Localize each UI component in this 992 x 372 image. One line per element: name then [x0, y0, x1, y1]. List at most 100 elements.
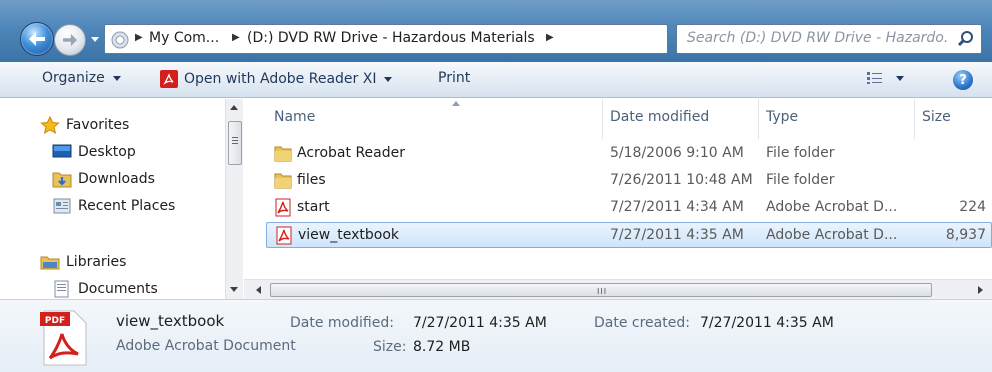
organize-button[interactable]: Organize — [42, 70, 121, 86]
details-view-icon — [867, 72, 882, 84]
file-name: view_textbook — [298, 227, 399, 243]
sort-ascending-icon — [452, 101, 460, 106]
forward-button[interactable] — [54, 24, 86, 56]
scroll-left-arrow-icon[interactable] — [256, 286, 261, 294]
chevron-down-icon — [384, 76, 393, 82]
scroll-up-arrow-icon[interactable] — [230, 105, 238, 110]
address-box[interactable]: ▶ My Com... ▶ (D:) DVD RW Drive - Hazard… — [104, 24, 762, 54]
column-header-name[interactable]: Name — [266, 99, 602, 137]
file-size: 8,937 — [945, 227, 986, 243]
address-bar-area: ▶ My Com... ▶ (D:) DVD RW Drive - Hazard… — [0, 0, 992, 62]
help-button[interactable]: ? — [953, 70, 973, 90]
file-type: Adobe Acrobat D... — [766, 227, 898, 243]
file-size: 224 — [959, 199, 986, 215]
details-pane: PDF view_textbook Adobe Acrobat Document… — [0, 299, 992, 372]
pdf-badge: PDF — [45, 316, 65, 326]
navigation-pane: Favorites Desktop Downloads Recent Place… — [0, 99, 244, 299]
date-modified-value: 7/27/2011 4:35 AM — [413, 315, 547, 331]
breadcrumb-separator-icon[interactable]: ▶ — [546, 32, 554, 43]
change-view-button[interactable] — [866, 71, 904, 85]
column-header-date-label: Date modified — [610, 109, 710, 125]
documents-icon — [52, 280, 72, 298]
favorites-label: Favorites — [66, 117, 130, 133]
scroll-down-arrow-icon[interactable] — [230, 287, 238, 292]
column-header-type-label: Type — [766, 109, 799, 125]
nav-label-documents: Documents — [78, 281, 158, 297]
file-date: 7/27/2011 4:34 AM — [610, 199, 744, 215]
file-date: 5/18/2006 9:10 AM — [610, 145, 744, 161]
file-name: start — [297, 199, 330, 215]
file-list-horizontal-scrollbar[interactable]: III — [244, 279, 992, 299]
column-header-size-label: Size — [922, 109, 951, 125]
nav-item-libraries[interactable]: Libraries — [40, 253, 126, 271]
computer-icon — [111, 31, 129, 49]
folder-icon — [274, 146, 292, 162]
table-row[interactable]: Acrobat Reader 5/18/2006 9:10 AM File fo… — [266, 141, 992, 167]
folder-icon — [274, 173, 292, 189]
column-header-date-modified[interactable]: Date modified — [602, 99, 758, 137]
search-icon[interactable] — [957, 30, 975, 48]
chevron-down-icon — [91, 36, 99, 42]
chevron-down-icon — [896, 75, 904, 81]
size-value: 8.72 MB — [413, 339, 471, 355]
search-placeholder: Search (D:) DVD RW Drive - Hazardo... — [687, 30, 949, 46]
date-created-value: 7/27/2011 4:35 AM — [700, 315, 834, 331]
help-icon: ? — [959, 72, 967, 88]
recent-places-icon — [52, 197, 72, 215]
date-created-label: Date created: — [594, 315, 690, 331]
arrow-left-icon — [29, 32, 45, 46]
file-date: 7/26/2011 10:48 AM — [610, 172, 753, 188]
command-toolbar: Organize Open with Adobe Reader XI Print… — [0, 62, 992, 98]
recent-pages-button[interactable] — [89, 34, 101, 44]
scroll-right-arrow-icon[interactable] — [978, 286, 983, 294]
adobe-reader-icon — [160, 70, 178, 88]
scroll-thumb[interactable]: III — [270, 283, 932, 297]
nav-item-downloads[interactable]: Downloads — [52, 170, 155, 188]
arrow-right-icon — [63, 33, 77, 47]
organize-label: Organize — [42, 70, 105, 86]
table-row[interactable]: files 7/26/2011 10:48 AM File folder — [266, 168, 992, 194]
star-icon — [40, 115, 60, 135]
nav-vertical-scrollbar[interactable] — [225, 99, 243, 299]
scroll-grip-icon: III — [597, 287, 608, 296]
column-header-type[interactable]: Type — [758, 99, 914, 137]
breadcrumb-separator-icon[interactable]: ▶ — [135, 32, 143, 43]
open-with-button[interactable]: Open with Adobe Reader XI — [160, 70, 393, 88]
scroll-grip-icon — [232, 140, 238, 141]
file-list: Name Date modified Type Size Acrobat Rea… — [244, 99, 992, 299]
chevron-down-icon — [112, 75, 121, 81]
file-type: File folder — [766, 145, 835, 161]
file-type: Adobe Acrobat D... — [766, 199, 898, 215]
print-button[interactable]: Print — [438, 70, 470, 86]
back-button[interactable] — [20, 22, 54, 56]
nav-item-desktop[interactable]: Desktop — [52, 143, 136, 161]
downloads-folder-icon — [52, 170, 72, 188]
file-type: File folder — [766, 172, 835, 188]
desktop-icon — [52, 143, 72, 161]
column-header-size[interactable]: Size — [914, 99, 992, 137]
breadcrumb-dvd-drive[interactable]: (D:) DVD RW Drive - Hazardous Materials — [247, 30, 535, 46]
pdf-file-icon — [276, 226, 292, 245]
pdf-document-large-icon: PDF — [40, 310, 87, 366]
file-name: files — [297, 172, 326, 188]
file-date: 7/27/2011 4:35 AM — [610, 227, 744, 243]
selected-file-type: Adobe Acrobat Document — [116, 338, 296, 354]
libraries-icon — [40, 253, 60, 271]
scroll-thumb[interactable] — [228, 121, 242, 165]
nav-item-documents[interactable]: Documents — [52, 280, 158, 298]
breadcrumb-my-computer[interactable]: My Com... — [149, 30, 219, 46]
table-row[interactable]: start 7/27/2011 4:34 AM Adobe Acrobat D.… — [266, 195, 992, 221]
breadcrumb-separator-icon[interactable]: ▶ — [232, 32, 240, 43]
nav-item-recent-places[interactable]: Recent Places — [52, 197, 175, 215]
nav-label-recent-places: Recent Places — [78, 198, 176, 214]
table-row-selected[interactable]: view_textbook 7/27/2011 4:35 AM Adobe Ac… — [266, 222, 992, 248]
pdf-file-icon — [275, 198, 291, 217]
nav-item-favorites[interactable]: Favorites — [40, 115, 130, 135]
column-header-name-label: Name — [274, 109, 316, 125]
libraries-label: Libraries — [66, 254, 127, 270]
print-label: Print — [438, 70, 471, 86]
selected-file-name: view_textbook — [116, 312, 225, 330]
nav-label-desktop: Desktop — [78, 144, 136, 160]
search-input[interactable]: Search (D:) DVD RW Drive - Hazardo... — [676, 24, 982, 54]
nav-label-downloads: Downloads — [78, 171, 155, 187]
